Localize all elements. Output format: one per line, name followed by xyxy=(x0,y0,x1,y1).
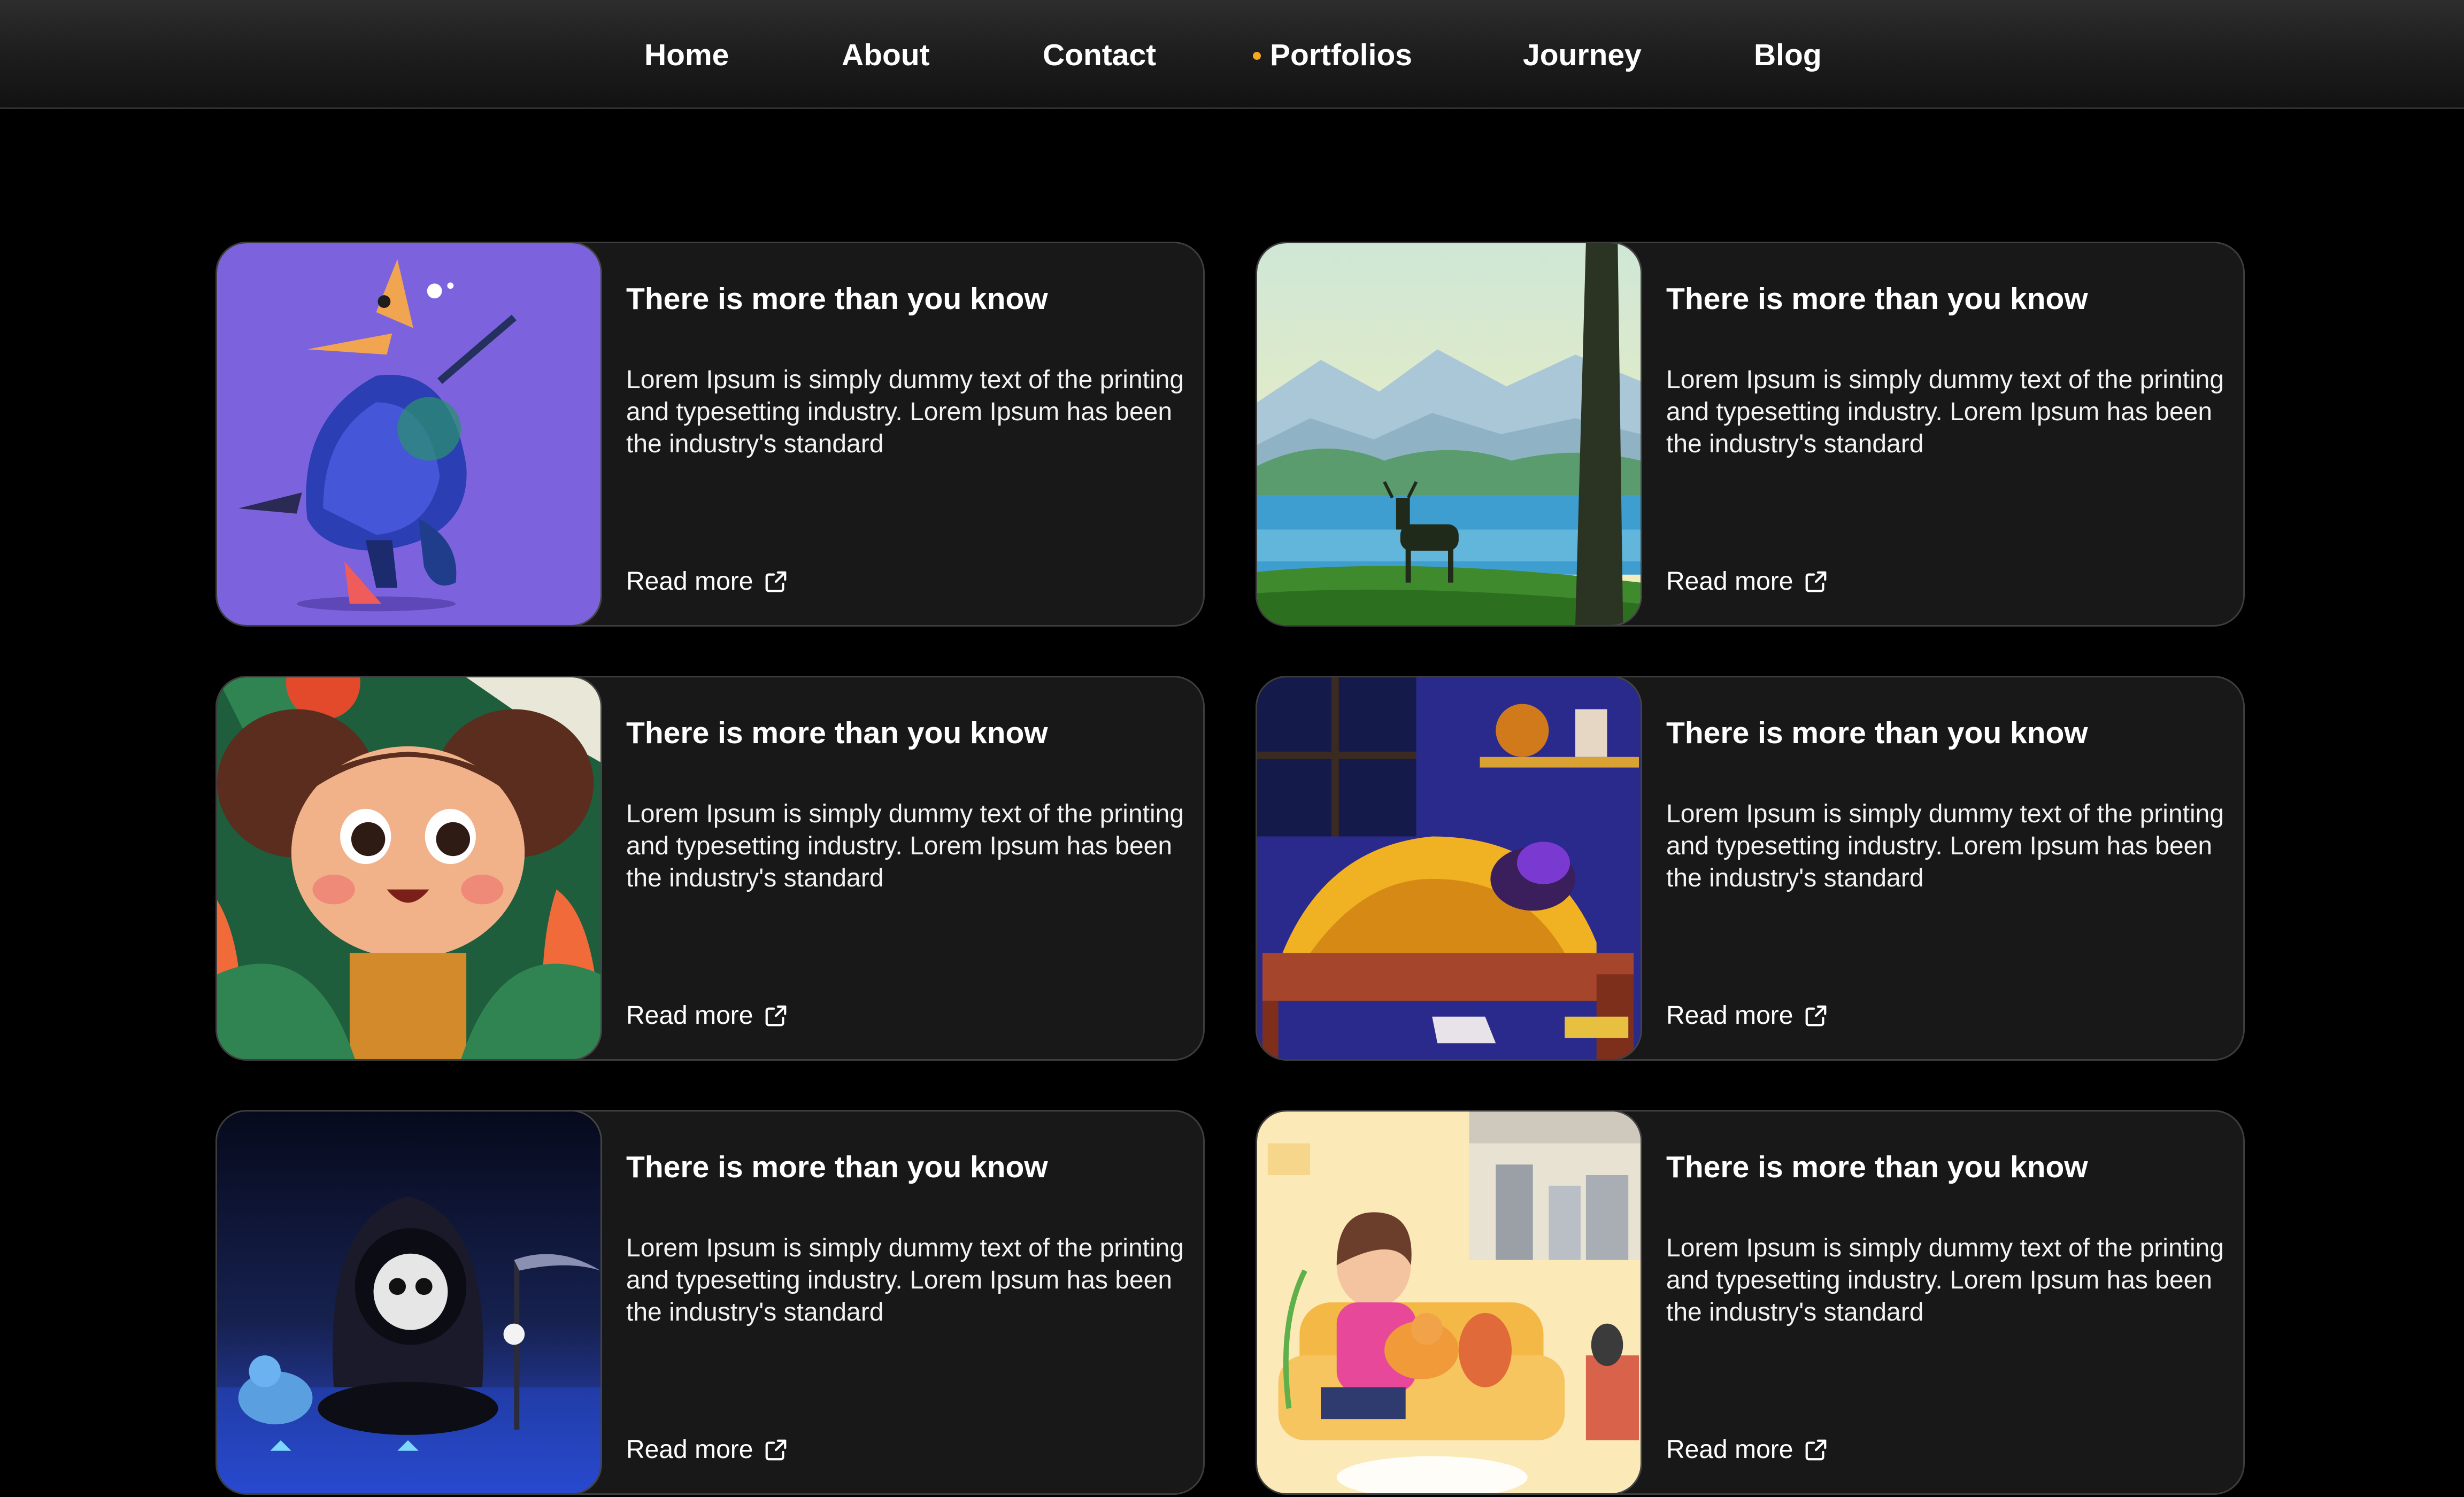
portfolio-card[interactable]: There is more than you know Lorem Ipsum … xyxy=(1256,676,2245,1061)
card-image-sleeping xyxy=(1257,677,1642,1059)
card-description: Lorem Ipsum is simply dummy text of the … xyxy=(1666,1234,2224,1326)
portfolio-card[interactable]: There is more than you know Lorem Ipsum … xyxy=(1256,1110,2245,1495)
card-description: Lorem Ipsum is simply dummy text of the … xyxy=(1666,366,2224,458)
card-image-jungle-girl xyxy=(217,677,602,1059)
card-description: Lorem Ipsum is simply dummy text of the … xyxy=(626,800,1184,892)
nav-portfolios-label: Portfolios xyxy=(1270,38,1412,72)
read-more-label: Read more xyxy=(626,1436,753,1464)
card-image-grim-reaper xyxy=(217,1112,602,1493)
portfolio-card[interactable]: There is more than you know Lorem Ipsum … xyxy=(215,1110,1205,1495)
read-more-label: Read more xyxy=(1666,1001,1793,1030)
read-more-label: Read more xyxy=(1666,1436,1793,1464)
read-more-link[interactable]: Read more xyxy=(1666,1431,1828,1469)
nav-journey[interactable]: Journey xyxy=(1523,32,1642,78)
active-dot-indicator xyxy=(1253,52,1261,60)
external-link-icon xyxy=(1806,1005,1827,1027)
read-more-label: Read more xyxy=(1666,567,1793,596)
read-more-label: Read more xyxy=(626,567,753,596)
portfolio-card[interactable]: There is more than you know Lorem Ipsum … xyxy=(1256,242,2245,627)
external-link-icon xyxy=(766,1439,787,1461)
card-title: There is more than you know xyxy=(626,716,1048,750)
nav-blog[interactable]: Blog xyxy=(1754,32,1822,78)
read-more-link[interactable]: Read more xyxy=(1666,997,1828,1035)
read-more-link[interactable]: Read more xyxy=(1666,563,1828,600)
card-description: Lorem Ipsum is simply dummy text of the … xyxy=(626,366,1184,458)
external-link-icon xyxy=(766,571,787,592)
nav-home[interactable]: Home xyxy=(644,32,729,78)
read-more-label: Read more xyxy=(626,1001,753,1030)
top-navigation: Home About Contact Portfolios Journey Bl… xyxy=(0,0,2464,109)
card-title: There is more than you know xyxy=(1666,716,2088,750)
card-description: Lorem Ipsum is simply dummy text of the … xyxy=(626,1234,1184,1326)
card-title: There is more than you know xyxy=(1666,1150,2088,1184)
card-image-woman-with-cat xyxy=(1257,1112,1642,1493)
card-title: There is more than you know xyxy=(626,1150,1048,1184)
nav-contact[interactable]: Contact xyxy=(1043,32,1156,78)
nav-portfolios[interactable]: Portfolios xyxy=(1253,32,1412,78)
nav-about[interactable]: About xyxy=(842,32,930,78)
external-link-icon xyxy=(766,1005,787,1027)
card-description: Lorem Ipsum is simply dummy text of the … xyxy=(1666,800,2224,892)
card-image-deer-lake xyxy=(1257,243,1642,625)
portfolio-card[interactable]: There is more than you know Lorem Ipsum … xyxy=(215,242,1205,627)
external-link-icon xyxy=(1806,1439,1827,1461)
portfolio-card[interactable]: There is more than you know Lorem Ipsum … xyxy=(215,676,1205,1061)
read-more-link[interactable]: Read more xyxy=(626,997,788,1035)
card-title: There is more than you know xyxy=(626,282,1048,316)
card-image-wizard xyxy=(217,243,602,625)
card-title: There is more than you know xyxy=(1666,282,2088,316)
read-more-link[interactable]: Read more xyxy=(626,563,788,600)
read-more-link[interactable]: Read more xyxy=(626,1431,788,1469)
external-link-icon xyxy=(1806,571,1827,592)
